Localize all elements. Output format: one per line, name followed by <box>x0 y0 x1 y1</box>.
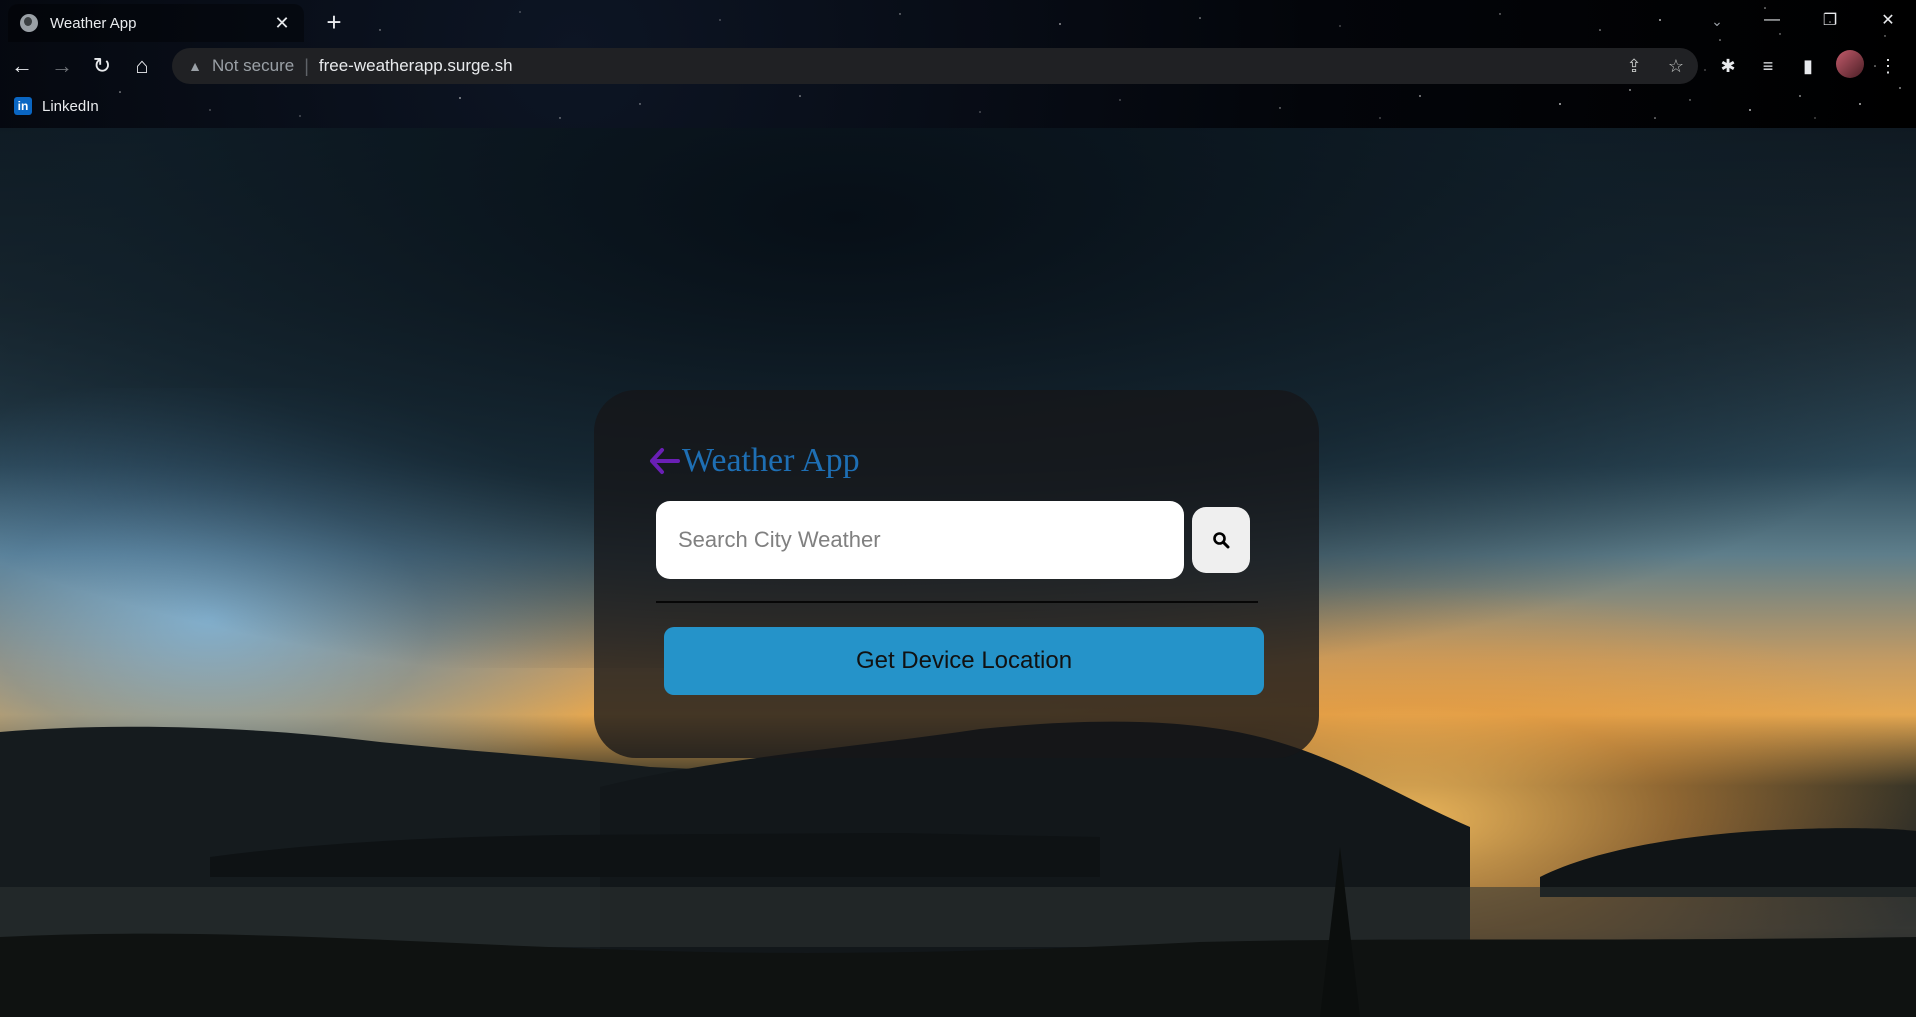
tab-search-chevron-icon[interactable]: ⌄ <box>1704 8 1730 34</box>
tab-title: Weather App <box>50 14 137 32</box>
media-playlist-icon[interactable]: ≡ <box>1752 50 1784 82</box>
minimize-icon[interactable]: — <box>1748 0 1796 40</box>
browser-chrome: Weather App ✕ + ⌄ — ❐ ✕ ← → ↻ ⌂ ▲ Not se… <box>0 0 1916 128</box>
back-arrow-icon[interactable] <box>648 446 680 476</box>
warning-icon: ▲ <box>188 58 202 74</box>
bookmark-star-icon[interactable]: ☆ <box>1664 54 1688 78</box>
menu-kebab-icon[interactable]: ⋮ <box>1872 50 1904 82</box>
app-title: Weather App <box>682 442 860 479</box>
app-header: Weather App <box>648 442 860 480</box>
browser-toolbar: ← → ↻ ⌂ ▲ Not secure | free-weatherapp.s… <box>0 46 1916 86</box>
bookmark-linkedin[interactable]: LinkedIn <box>42 98 99 115</box>
tab-strip: Weather App ✕ + ⌄ — ❐ ✕ <box>0 0 1916 42</box>
window-close-icon[interactable]: ✕ <box>1864 0 1912 40</box>
tab-close-icon[interactable]: ✕ <box>272 13 292 33</box>
get-device-location-button[interactable]: Get Device Location <box>664 627 1264 695</box>
forward-icon[interactable]: → <box>44 48 80 84</box>
new-tab-button[interactable]: + <box>320 7 348 37</box>
url-text[interactable]: free-weatherapp.surge.sh <box>319 56 513 76</box>
weather-card: Weather App Get Device Location <box>594 390 1319 758</box>
search-icon <box>1213 532 1230 549</box>
share-icon[interactable]: ⇪ <box>1622 54 1646 78</box>
restore-icon[interactable]: ❐ <box>1806 0 1854 40</box>
globe-icon <box>20 14 38 32</box>
security-status[interactable]: Not secure <box>212 56 294 76</box>
home-icon[interactable]: ⌂ <box>124 48 160 84</box>
search-button[interactable] <box>1192 507 1250 573</box>
back-icon[interactable]: ← <box>4 48 40 84</box>
profile-avatar[interactable] <box>1836 50 1864 78</box>
address-bar[interactable]: ▲ Not secure | free-weatherapp.surge.sh … <box>172 48 1698 84</box>
tab-weather-app[interactable]: Weather App ✕ <box>8 4 304 42</box>
page-background: Weather App Get Device Location <box>0 128 1916 1017</box>
divider <box>656 601 1258 603</box>
city-search-input[interactable] <box>656 501 1184 579</box>
address-separator: | <box>304 55 309 76</box>
linkedin-icon: in <box>14 97 32 115</box>
extensions-icon[interactable]: ✱ <box>1712 50 1744 82</box>
bookmarks-bar: in LinkedIn <box>0 94 99 118</box>
side-panel-icon[interactable]: ▮ <box>1792 50 1824 82</box>
reload-icon[interactable]: ↻ <box>84 48 120 84</box>
